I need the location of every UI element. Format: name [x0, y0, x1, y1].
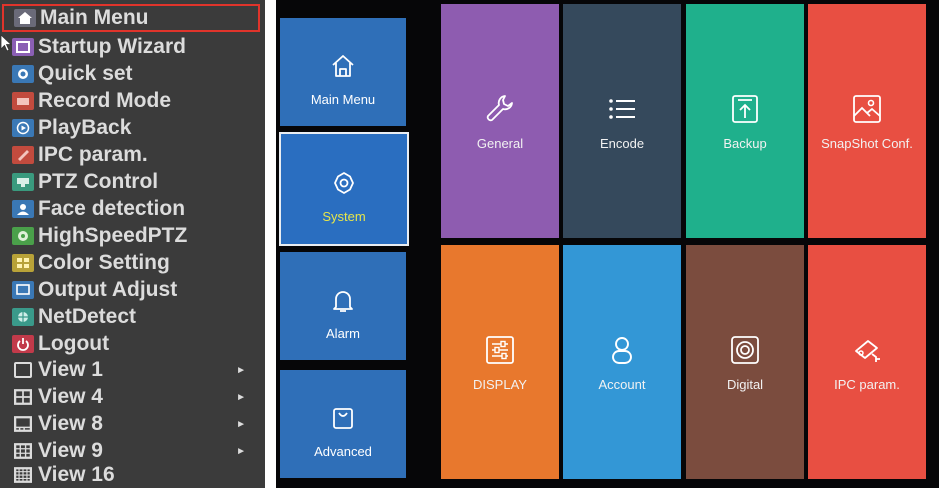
submenu-arrow-icon: ► [236, 418, 246, 430]
nav-label: Main Menu [310, 91, 376, 107]
nav-system[interactable]: System [279, 132, 409, 246]
net-detect-icon [12, 308, 34, 326]
home-icon [14, 9, 36, 27]
tile-snapshot-conf[interactable]: SnapShot Conf. [808, 4, 926, 238]
menu-item-ptz-control[interactable]: PTZ Control [2, 169, 260, 195]
playback-icon [12, 119, 34, 137]
tile-backup[interactable]: Backup [686, 4, 804, 238]
view1-icon [14, 362, 32, 378]
menu-item-playback[interactable]: PlayBack [2, 115, 260, 141]
face-icon [12, 200, 34, 218]
submenu-arrow-icon: ► [236, 364, 246, 376]
menu-item-view-9[interactable]: View 9 ► [2, 438, 260, 464]
menu-item-color-setting[interactable]: Color Setting [2, 250, 260, 276]
menu-item-label: View 8 [38, 412, 103, 435]
home-icon [332, 54, 354, 77]
menu-item-startup-wizard[interactable]: Startup Wizard [2, 34, 260, 60]
tile-label: General [476, 135, 524, 151]
tile-encode[interactable]: Encode [563, 4, 681, 238]
menu-item-ipc-param[interactable]: IPC param. [2, 142, 260, 168]
menu-item-label: Logout [38, 332, 110, 355]
view16-icon [14, 467, 32, 483]
upload-box-icon [732, 94, 758, 123]
tile-label: SnapShot Conf. [821, 135, 913, 151]
user-icon [612, 336, 632, 364]
menu-item-label: Quick set [38, 62, 133, 85]
main-menu-panel: Main Menu System Alarm Advanced General [276, 0, 939, 488]
power-icon [12, 335, 34, 353]
nav-advanced[interactable]: Advanced [280, 370, 406, 478]
menu-item-record-mode[interactable]: Record Mode [2, 88, 260, 114]
ipc-icon [12, 146, 34, 164]
menu-item-label: Main Menu [40, 6, 149, 29]
record-icon [12, 92, 34, 110]
menu-item-quick-set[interactable]: Quick set [2, 61, 260, 87]
tile-digital[interactable]: Digital [686, 245, 804, 479]
tile-label: Backup [723, 135, 767, 151]
nav-label: Advanced [314, 443, 372, 459]
ptz-icon [12, 173, 34, 191]
menu-item-view-16[interactable]: View 16 [2, 462, 260, 488]
menu-item-label: View 9 [38, 439, 103, 462]
menu-item-label: Output Adjust [38, 278, 178, 301]
sliders-icon [486, 335, 514, 364]
camera-icon [855, 339, 880, 362]
menu-item-face-detection[interactable]: Face detection [2, 196, 260, 222]
menu-item-label: NetDetect [38, 305, 137, 328]
gear-icon [334, 171, 354, 194]
tile-label: DISPLAY [473, 376, 527, 392]
menu-item-label: HighSpeedPTZ [38, 224, 188, 247]
view9-icon [14, 443, 32, 459]
menu-item-highspeedptz[interactable]: HighSpeedPTZ [2, 223, 260, 249]
menu-item-label: Color Setting [38, 251, 170, 274]
submenu-arrow-icon: ► [236, 445, 246, 457]
disk-icon [731, 335, 759, 364]
tile-ipc-param[interactable]: IPC param. [808, 245, 926, 479]
context-menu: Main Menu Startup Wizard Quick set Recor… [0, 0, 265, 488]
bag-icon [333, 407, 353, 429]
menu-item-label: View 1 [38, 358, 103, 381]
output-adjust-icon [12, 281, 34, 299]
tile-label: IPC param. [834, 376, 900, 392]
menu-item-logout[interactable]: Logout [2, 331, 260, 357]
menu-item-netdetect[interactable]: NetDetect [2, 304, 260, 330]
view4-icon [14, 389, 32, 405]
bell-icon [333, 290, 353, 312]
menu-item-label: PlayBack [38, 116, 132, 139]
menu-item-label: IPC param. [38, 143, 148, 166]
menu-item-view-1[interactable]: View 1 ► [2, 357, 260, 383]
quick-set-icon [12, 65, 34, 83]
tile-label: Digital [726, 376, 764, 392]
menu-item-main-menu[interactable]: Main Menu [2, 4, 260, 32]
nav-label: System [322, 208, 366, 224]
nav-label: Alarm [326, 325, 360, 341]
menu-item-view-4[interactable]: View 4 ► [2, 384, 260, 410]
tile-label: Encode [599, 135, 645, 151]
view8-icon [14, 416, 32, 432]
menu-item-output-adjust[interactable]: Output Adjust [2, 277, 260, 303]
menu-item-label: View 4 [38, 385, 103, 408]
list-icon [609, 98, 635, 119]
image-icon [853, 94, 881, 123]
tile-display[interactable]: DISPLAY [441, 245, 559, 479]
submenu-arrow-icon: ► [236, 391, 246, 403]
wrench-icon [486, 94, 513, 121]
tile-account[interactable]: Account [563, 245, 681, 479]
wizard-icon [12, 38, 34, 56]
menu-item-view-8[interactable]: View 8 ► [2, 411, 260, 437]
nav-alarm[interactable]: Alarm [280, 252, 406, 360]
menu-item-label: Record Mode [38, 89, 172, 112]
menu-item-label: Face detection [38, 197, 186, 220]
tile-general[interactable]: General [441, 4, 559, 238]
color-setting-icon [12, 254, 34, 272]
menu-item-label: Startup Wizard [38, 35, 186, 58]
tile-label: Account [598, 376, 646, 392]
nav-main-menu[interactable]: Main Menu [280, 18, 406, 126]
highspeed-ptz-icon [12, 227, 34, 245]
menu-item-label: View 16 [38, 463, 115, 486]
menu-item-label: PTZ Control [38, 170, 159, 193]
